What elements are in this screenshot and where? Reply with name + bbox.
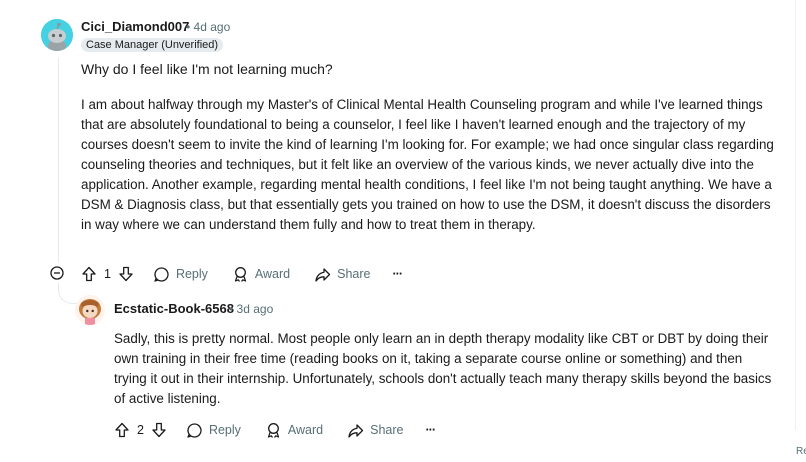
downvote-icon (119, 266, 133, 282)
award-icon (267, 422, 280, 438)
snoo-avatar-icon (41, 19, 73, 51)
award-icon (234, 266, 247, 282)
avatar[interactable] (41, 19, 73, 51)
user-flair: Case Manager (Unverified) (81, 38, 224, 52)
more-icon: ··· (392, 267, 403, 281)
more-options-button[interactable]: ··· (426, 423, 436, 437)
vote-count: 1 (104, 267, 111, 281)
upvote-button[interactable] (80, 265, 98, 283)
downvote-button[interactable] (150, 421, 168, 439)
share-label: Share (337, 267, 371, 281)
right-divider (795, 0, 796, 430)
more-options-button[interactable]: ··· (393, 267, 403, 281)
comment-timestamp[interactable]: • 4d ago (186, 20, 230, 34)
share-icon (348, 423, 364, 438)
reply-button[interactable]: Reply (153, 266, 208, 283)
vote-count: 2 (137, 423, 144, 437)
share-button[interactable]: Share (314, 266, 371, 283)
reply-avatar[interactable] (75, 295, 105, 325)
reply-label: Reply (175, 267, 208, 281)
comment-author[interactable]: Cici_Diamond007 (81, 19, 189, 34)
upvote-button[interactable] (113, 421, 131, 439)
reply-label: Reply (208, 423, 241, 437)
collapse-icon (50, 266, 64, 280)
upvote-icon (115, 422, 129, 438)
comment-title: Why do I feel like I'm not learning much… (81, 61, 333, 77)
thread-line[interactable] (58, 58, 59, 262)
downvote-button[interactable] (117, 265, 135, 283)
award-button[interactable]: Award (265, 422, 323, 439)
upvote-icon (82, 266, 96, 282)
more-icon: ··· (425, 423, 436, 437)
reply-time-text: 3d ago (236, 302, 274, 316)
comment-body: I am about halfway through my Master's o… (81, 97, 774, 232)
reply-body: Sadly, this is pretty normal. Most peopl… (114, 331, 772, 406)
reply-timestamp[interactable]: • 3d ago (229, 302, 273, 316)
award-label: Award (254, 267, 291, 281)
share-icon (315, 267, 331, 282)
comment-icon (154, 266, 169, 282)
downvote-icon (152, 422, 166, 438)
share-label: Share (370, 423, 404, 437)
reply-button[interactable]: Reply (186, 422, 241, 439)
share-button[interactable]: Share (347, 422, 404, 439)
award-button[interactable]: Award (232, 266, 290, 283)
comment-time-text: 4d ago (193, 20, 231, 34)
snoo-avatar-icon (75, 295, 105, 325)
comment-icon (187, 422, 202, 438)
comment-action-bar: 1 Reply Award Share ··· (80, 262, 403, 286)
award-label: Award (287, 423, 324, 437)
clipped-edge-text: Re (796, 446, 806, 457)
reply-author[interactable]: Ecstatic-Book-6568 (114, 301, 234, 316)
reply-action-bar: 2 Reply Award Share ··· (113, 418, 436, 442)
collapse-button[interactable] (50, 266, 64, 280)
